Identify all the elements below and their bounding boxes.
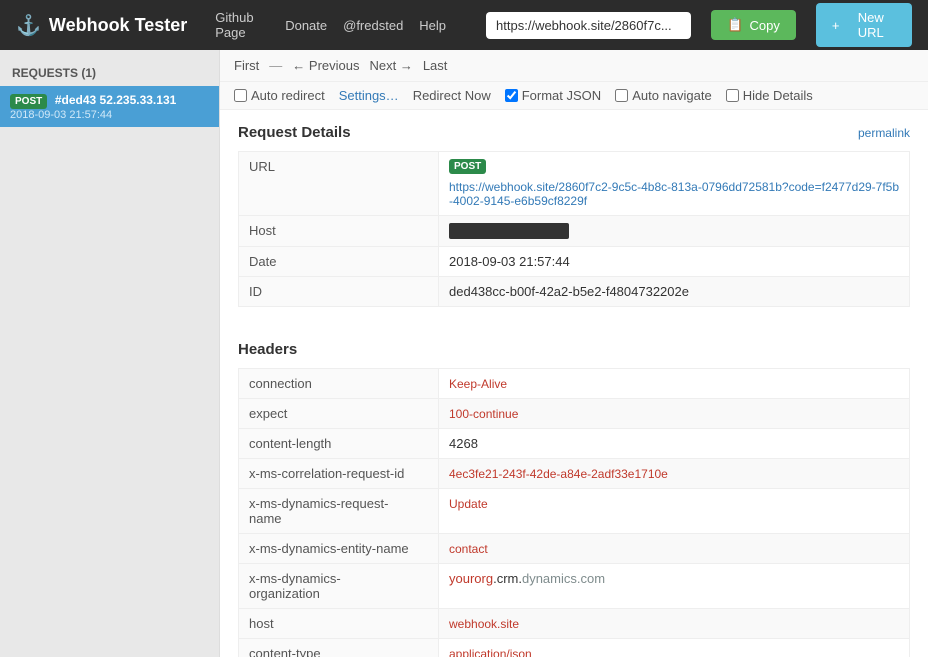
settings-link[interactable]: Settings… [339,88,399,103]
header-key: expect [239,399,439,429]
nav-help[interactable]: Help [419,18,446,33]
header-key: x-ms-dynamics-entity-name [239,534,439,564]
table-row: x-ms-dynamics-request-name Update [239,489,910,534]
field-key-date: Date [239,247,439,277]
format-json-label[interactable]: Format JSON [522,88,601,103]
permalink-link[interactable]: permalink [858,126,910,140]
url-link[interactable]: https://webhook.site/2860f7c2-9c5c-4b8c-… [449,180,899,208]
header-key: content-type [239,639,439,657]
field-value-url: POST https://webhook.site/2860f7c2-9c5c-… [439,152,910,216]
sidebar: REQUESTS (1) POST #ded43 52.235.33.131 2… [0,50,220,657]
field-key-url: URL [239,152,439,216]
format-json-item: Format JSON [505,88,601,103]
anchor-icon: ⚓ [16,13,41,38]
format-json-checkbox[interactable] [505,89,518,102]
header-value: contact [439,534,910,564]
table-row: host webhook.site [239,609,910,639]
redirect-now-link[interactable]: Redirect Now [413,88,491,103]
nav-sep1: — [269,58,282,73]
table-row: x-ms-correlation-request-id 4ec3fe21-243… [239,459,910,489]
section-header: Request Details permalink [238,124,910,141]
copy-button[interactable]: 📋 Copy [711,10,796,40]
header-key: x-ms-dynamics-organization [239,564,439,609]
header-value: application/json [439,639,910,657]
field-key-id: ID [239,277,439,307]
nav-previous[interactable]: ← Previous [292,58,359,73]
table-row: Date 2018-09-03 21:57:44 [239,247,910,277]
nav-first[interactable]: First [234,58,259,73]
header-key: x-ms-dynamics-request-name [239,489,439,534]
auto-navigate-checkbox[interactable] [615,89,628,102]
header-nav: Github Page Donate @fredsted Help [215,10,446,40]
field-value-host [439,216,910,247]
headers-section-header: Headers [238,341,910,358]
crm-domain: .crm. [493,571,522,586]
nav-last[interactable]: Last [423,58,448,73]
header-value: 100-continue [439,399,910,429]
auto-navigate-item: Auto navigate [615,88,712,103]
main-content: First — ← Previous Next → Last Auto redi… [220,50,928,657]
header-value: yourorg.crm.dynamics.com [439,564,910,609]
plus-icon: + [832,18,840,33]
header-key: x-ms-correlation-request-id [239,459,439,489]
header: ⚓ Webhook Tester Github Page Donate @fre… [0,0,928,50]
table-row: ID ded438cc-b00f-42a2-b5e2-f4804732202e [239,277,910,307]
nav-bar: First — ← Previous Next → Last [220,50,928,82]
table-row: content-type application/json [239,639,910,657]
field-value-date: 2018-09-03 21:57:44 [439,247,910,277]
hide-details-label[interactable]: Hide Details [743,88,813,103]
headers-section: Headers connection Keep-Alive expect 100… [220,341,928,657]
table-row: connection Keep-Alive [239,369,910,399]
header-value: 4268 [439,429,910,459]
header-key: host [239,609,439,639]
auto-navigate-label[interactable]: Auto navigate [632,88,712,103]
field-key-host: Host [239,216,439,247]
request-method-row: POST #ded43 52.235.33.131 [10,92,209,107]
headers-title: Headers [238,341,297,358]
hide-details-item: Hide Details [726,88,813,103]
url-display-input[interactable] [486,12,691,39]
table-row: Host [239,216,910,247]
header-value: 4ec3fe21-243f-42de-a84e-2adf33e1710e [439,459,910,489]
section-title: Request Details [238,124,351,141]
nav-github[interactable]: Github Page [215,10,269,40]
table-row: content-length 4268 [239,429,910,459]
nav-donate[interactable]: Donate [285,18,327,33]
nav-next[interactable]: Next → [369,58,412,73]
main-layout: REQUESTS (1) POST #ded43 52.235.33.131 2… [0,50,928,657]
table-row: x-ms-dynamics-organization yourorg.crm.d… [239,564,910,609]
table-row: x-ms-dynamics-entity-name contact [239,534,910,564]
copy-icon: 📋 [727,17,743,33]
toolbar: Auto redirect Settings… Redirect Now For… [220,82,928,110]
crm-ext: dynamics.com [522,571,605,586]
new-url-button[interactable]: + New URL [816,3,912,47]
header-key: content-length [239,429,439,459]
table-row: expect 100-continue [239,399,910,429]
host-redacted [449,223,569,239]
auto-redirect-item: Auto redirect [234,88,325,103]
sidebar-title: REQUESTS (1) [0,60,219,86]
header-value: Update [439,489,910,534]
field-value-id: ded438cc-b00f-42a2-b5e2-f4804732202e [439,277,910,307]
headers-table: connection Keep-Alive expect 100-continu… [238,368,910,657]
auto-redirect-label[interactable]: Auto redirect [251,88,325,103]
header-value: Keep-Alive [439,369,910,399]
method-badge: POST [10,94,47,109]
request-time: 2018-09-03 21:57:44 [10,109,209,121]
header-value: webhook.site [439,609,910,639]
table-row: URL POST https://webhook.site/2860f7c2-9… [239,152,910,216]
brand-logo[interactable]: ⚓ Webhook Tester [16,13,187,38]
url-cell: POST https://webhook.site/2860f7c2-9c5c-… [449,159,899,208]
auto-redirect-checkbox[interactable] [234,89,247,102]
brand-title: Webhook Tester [49,15,187,36]
url-method-badge: POST [449,159,486,174]
request-details-section: Request Details permalink URL POST https… [220,110,928,341]
list-item[interactable]: POST #ded43 52.235.33.131 2018-09-03 21:… [0,86,219,127]
detail-table: URL POST https://webhook.site/2860f7c2-9… [238,151,910,307]
nav-twitter[interactable]: @fredsted [343,18,403,33]
request-id: #ded43 52.235.33.131 [55,93,176,107]
header-key: connection [239,369,439,399]
crm-org: yourorg [449,571,493,586]
hide-details-checkbox[interactable] [726,89,739,102]
